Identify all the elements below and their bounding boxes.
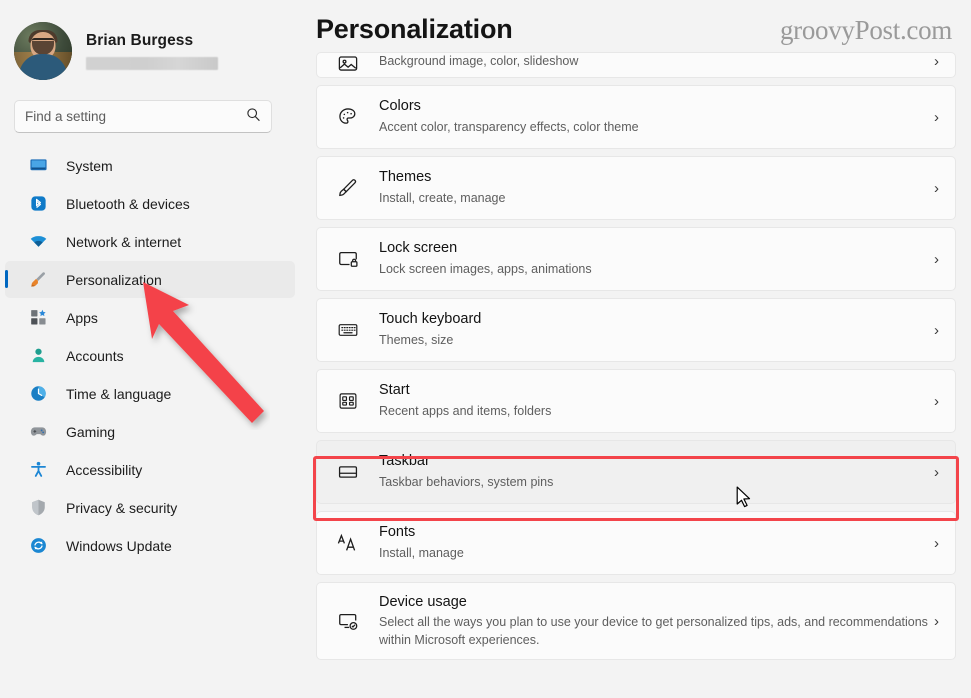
settings-row-title: Taskbar: [379, 453, 430, 470]
settings-row-taskbar[interactable]: Taskbar Taskbar behaviors, system pins ›: [316, 440, 956, 504]
user-avatar[interactable]: [14, 22, 72, 80]
sidebar-item-bluetooth-devices[interactable]: Bluetooth & devices: [5, 185, 295, 222]
settings-window: Brian Burgess Find a setting System Blue…: [0, 0, 971, 698]
chevron-right-icon: ›: [934, 463, 939, 481]
chevron-right-icon: ›: [934, 179, 939, 197]
sidebar-item-label: System: [66, 157, 113, 174]
settings-row-subtitle: Lock screen images, apps, animations: [379, 262, 592, 277]
sidebar-item-accessibility[interactable]: Accessibility: [5, 451, 295, 488]
fonts-icon: [333, 531, 363, 555]
sidebar: Brian Burgess Find a setting System Blue…: [0, 0, 300, 698]
settings-row-subtitle: Accent color, transparency effects, colo…: [379, 120, 639, 135]
shield-icon: [27, 497, 49, 519]
main-content: Personalization groovyPost.com Backgroun…: [300, 0, 971, 698]
settings-row-subtitle: Select all the ways you plan to use your…: [379, 615, 928, 647]
sidebar-item-privacy-security[interactable]: Privacy & security: [5, 489, 295, 526]
search-input[interactable]: [25, 109, 240, 124]
profile-name: Brian Burgess: [86, 32, 194, 49]
settings-row-title: Fonts: [379, 524, 416, 541]
sidebar-item-network-internet[interactable]: Network & internet: [5, 223, 295, 260]
lock-screen-icon: [333, 248, 363, 270]
chevron-right-icon: ›: [934, 392, 939, 410]
settings-row-subtitle: Install, manage: [379, 546, 464, 561]
settings-row-title: Touch keyboard: [379, 311, 482, 328]
keyboard-icon: [333, 319, 363, 341]
page-title: Personalization: [316, 14, 513, 44]
sidebar-item-label: Gaming: [66, 423, 116, 440]
clock-icon: [27, 383, 49, 405]
sidebar-item-time-language[interactable]: Time & language: [5, 375, 295, 412]
sidebar-item-label: Bluetooth & devices: [66, 195, 190, 212]
settings-row-device-usage[interactable]: Device usage Select all the ways you pla…: [316, 582, 956, 660]
settings-row-subtitle: Install, create, manage: [379, 191, 506, 206]
sidebar-item-gaming[interactable]: Gaming: [5, 413, 295, 450]
wifi-icon: [27, 231, 49, 253]
accessibility-icon: [27, 459, 49, 481]
settings-row-title: Lock screen: [379, 240, 458, 257]
sidebar-item-system[interactable]: System: [5, 147, 295, 184]
sidebar-item-label: Windows Update: [66, 537, 172, 554]
sidebar-nav: System Bluetooth & devices Network & int…: [0, 147, 300, 564]
sidebar-item-apps[interactable]: Apps: [5, 299, 295, 336]
settings-row-subtitle: Taskbar behaviors, system pins: [379, 475, 554, 490]
chevron-right-icon: ›: [934, 108, 939, 126]
search-icon: [246, 107, 261, 127]
settings-row-touch-keyboard[interactable]: Touch keyboard Themes, size ›: [316, 298, 956, 362]
background-image-icon: [333, 53, 363, 75]
person-icon: [27, 345, 49, 367]
watermark: groovyPost.com: [779, 15, 952, 45]
update-icon: [27, 535, 49, 557]
settings-row-lock-screen[interactable]: Lock screen Lock screen images, apps, an…: [316, 227, 956, 291]
sidebar-item-label: Time & language: [66, 385, 172, 402]
sidebar-item-label: Privacy & security: [66, 499, 178, 516]
paintbrush-icon: [27, 269, 49, 291]
apps-grid-icon: [27, 307, 49, 329]
start-menu-icon: [333, 390, 363, 412]
chevron-right-icon: ›: [934, 250, 939, 268]
settings-row-background[interactable]: Background Background image, color, slid…: [316, 52, 956, 78]
color-palette-icon: [333, 106, 363, 128]
sidebar-item-label: Accessibility: [66, 461, 143, 478]
bluetooth-icon: [27, 193, 49, 215]
settings-list: Background Background image, color, slid…: [316, 52, 956, 667]
monitor-icon: [27, 155, 49, 177]
sidebar-item-label: Accounts: [66, 347, 124, 364]
sidebar-item-label: Network & internet: [66, 233, 182, 250]
taskbar-icon: [333, 461, 363, 483]
page-header: Personalization groovyPost.com: [300, 0, 971, 56]
sidebar-item-label: Apps: [66, 309, 98, 326]
settings-row-subtitle: Background image, color, slideshow: [379, 53, 579, 68]
gamepad-icon: [27, 421, 49, 443]
search-box[interactable]: [14, 100, 272, 133]
settings-row-colors[interactable]: Colors Accent color, transparency effect…: [316, 85, 956, 149]
chevron-right-icon: ›: [934, 612, 939, 630]
chevron-right-icon: ›: [934, 53, 939, 70]
settings-row-start[interactable]: Start Recent apps and items, folders ›: [316, 369, 956, 433]
profile-email-redacted: [86, 57, 218, 70]
settings-row-title: Themes: [379, 169, 432, 186]
chevron-right-icon: ›: [934, 534, 939, 552]
chevron-right-icon: ›: [934, 321, 939, 339]
settings-row-subtitle: Recent apps and items, folders: [379, 404, 552, 419]
settings-row-fonts[interactable]: Fonts Install, manage ›: [316, 511, 956, 575]
settings-row-subtitle: Themes, size: [379, 333, 454, 348]
user-profile[interactable]: Brian Burgess: [0, 12, 300, 84]
settings-row-title: Start: [379, 382, 410, 399]
sidebar-item-personalization[interactable]: Personalization: [5, 261, 295, 298]
settings-row-title: Colors: [379, 98, 421, 115]
settings-row-title: Device usage: [379, 593, 467, 610]
sidebar-item-label: Personalization: [66, 271, 162, 288]
settings-row-themes[interactable]: Themes Install, create, manage ›: [316, 156, 956, 220]
sidebar-item-windows-update[interactable]: Windows Update: [5, 527, 295, 564]
paintbrush-icon: [333, 177, 363, 199]
device-usage-icon: [333, 610, 363, 632]
sidebar-item-accounts[interactable]: Accounts: [5, 337, 295, 374]
